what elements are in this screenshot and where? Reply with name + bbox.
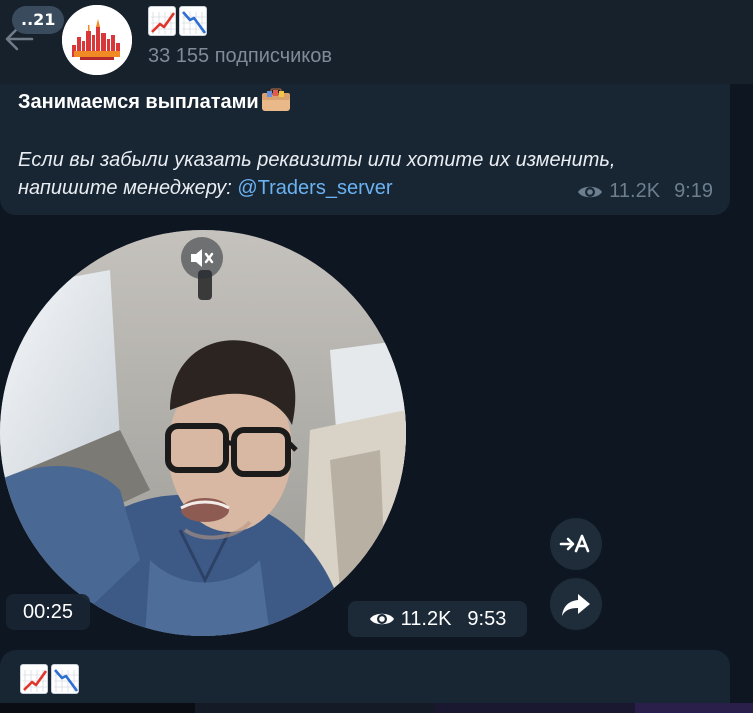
chart-increasing-icon <box>20 664 48 694</box>
sound-toggle-button[interactable] <box>181 237 223 279</box>
message-text <box>20 664 79 694</box>
view-count: 11.2K <box>400 607 452 630</box>
message-time: 9:53 <box>467 607 507 630</box>
share-arrow-icon <box>562 594 590 616</box>
video-meta: 11.2K 9:53 <box>348 601 527 637</box>
message-title: Занимаемся выплатами <box>18 88 291 114</box>
forward-button[interactable] <box>550 578 602 630</box>
channel-title <box>148 6 207 36</box>
eye-icon <box>369 613 394 625</box>
chart-decreasing-icon <box>51 664 79 694</box>
briefcase-icon <box>261 88 290 111</box>
eye-icon <box>578 186 603 197</box>
translate-button[interactable] <box>550 518 602 570</box>
message-bubble: Занимаемся выплатами Если вы забыли указ… <box>0 84 730 215</box>
message-line: Если вы забыли указать реквизиты или хот… <box>18 149 616 171</box>
manager-link[interactable]: @Traders_server <box>237 177 392 199</box>
chart-increasing-icon <box>148 6 176 36</box>
city-logo-icon <box>62 5 132 75</box>
muted-speaker-icon <box>191 249 214 267</box>
video-duration: 00:25 <box>6 594 90 630</box>
chart-decreasing-icon <box>179 6 207 36</box>
subscriber-count: 33 155 подписчиков <box>148 45 333 67</box>
message-title-text: Занимаемся выплатами <box>18 91 259 113</box>
video-frame <box>0 230 406 636</box>
video-message[interactable] <box>0 230 406 636</box>
message-line-prefix: напишите менеджеру: <box>18 177 238 199</box>
channel-avatar[interactable] <box>62 5 132 75</box>
message-time: 9:19 <box>674 180 713 202</box>
translate-icon <box>559 534 590 553</box>
unread-badge: ..21 <box>12 6 65 34</box>
view-count: 11.2K <box>609 180 661 202</box>
image-preview-strip <box>0 703 753 713</box>
chat-header: ..21 33 155 подписчиков <box>0 0 753 84</box>
message-meta: 11.2K 9:19 <box>577 180 713 203</box>
